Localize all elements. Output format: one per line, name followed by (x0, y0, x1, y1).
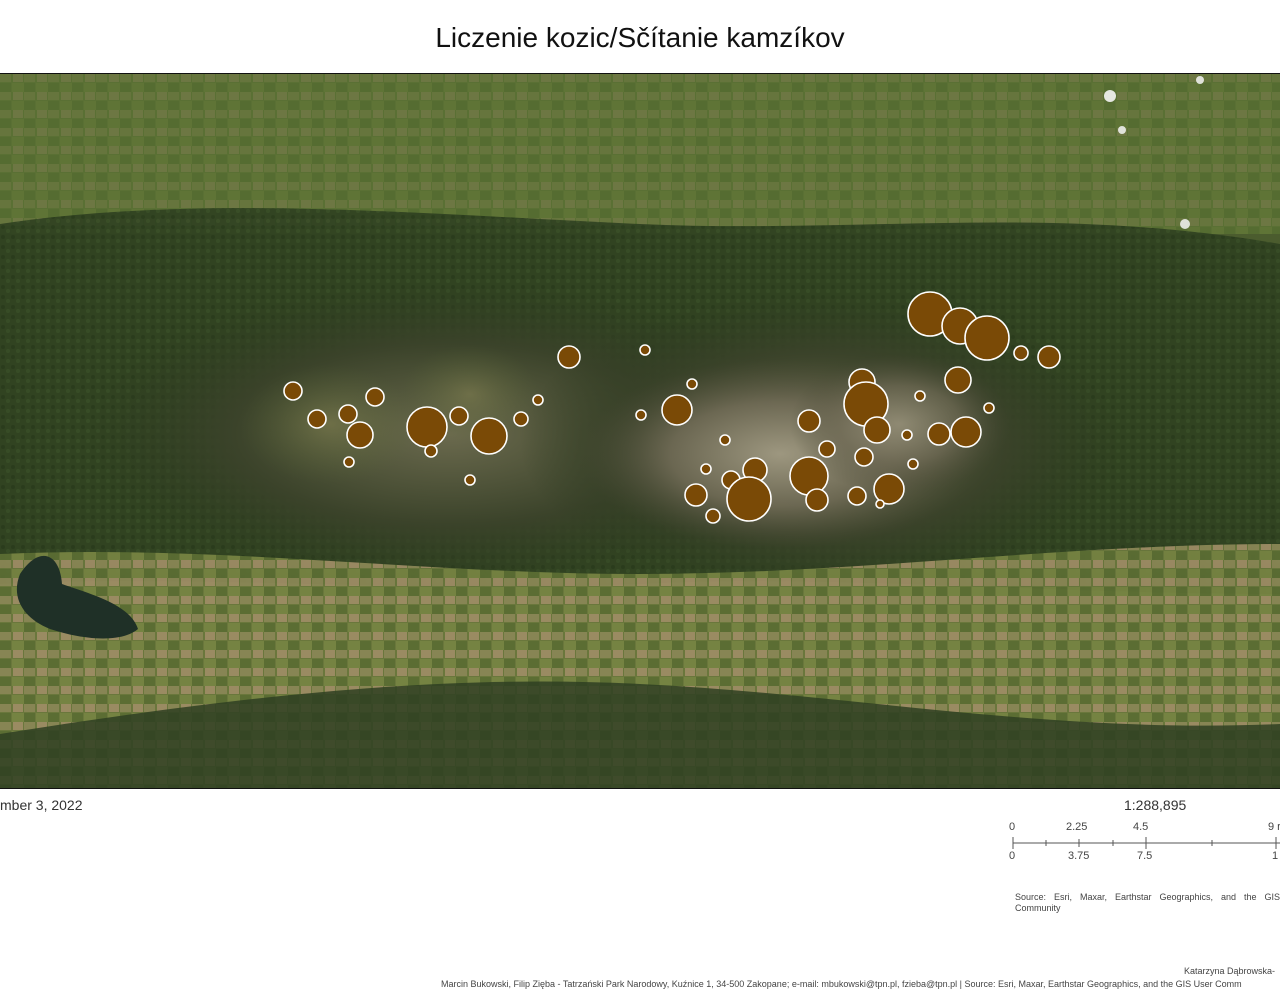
scale-top-label: 0 (1009, 821, 1016, 833)
count-circle-marker[interactable] (635, 409, 647, 421)
scale-ratio: 1:288,895 (1124, 797, 1187, 813)
count-circle-marker[interactable] (944, 366, 972, 394)
scale-top-label: 4.5 (1133, 821, 1149, 833)
count-circle-marker[interactable] (705, 508, 721, 524)
count-circle-marker[interactable] (726, 476, 772, 522)
map-view[interactable] (0, 73, 1280, 789)
count-circle-marker[interactable] (557, 345, 581, 369)
count-circle-marker[interactable] (914, 390, 926, 402)
print-date: mber 3, 2022 (0, 797, 83, 813)
credits-footer: Marcin Bukowski, Filip Zięba - Tatrzańsk… (441, 979, 1242, 989)
scale-bottom-label: 7.5 (1137, 850, 1153, 862)
scale-top-label: 2.25 (1066, 821, 1088, 833)
count-circle-marker[interactable] (789, 456, 829, 496)
count-circle-marker[interactable] (818, 440, 836, 458)
count-circle-marker[interactable] (797, 409, 821, 433)
count-circle-marker[interactable] (346, 421, 374, 449)
count-circle-marker[interactable] (338, 404, 358, 424)
count-circle-marker[interactable] (686, 378, 698, 390)
scale-bar: 0 2.25 4.5 9 r 0 3.75 7.5 1 (1004, 820, 1280, 870)
count-circle-marker[interactable] (661, 394, 693, 426)
count-circle-marker[interactable] (424, 444, 438, 458)
count-circle-marker[interactable] (927, 422, 951, 446)
count-circle-marker[interactable] (1013, 345, 1029, 361)
count-circle-marker[interactable] (854, 447, 874, 467)
count-circle-marker[interactable] (863, 416, 891, 444)
count-circle-marker[interactable] (513, 411, 529, 427)
scale-bottom-label: 0 (1009, 850, 1016, 862)
count-circle-marker[interactable] (950, 416, 982, 448)
count-circle-marker[interactable] (805, 488, 829, 512)
count-circle-marker[interactable] (719, 434, 731, 446)
scale-bottom-label: 3.75 (1068, 850, 1090, 862)
count-circle-marker[interactable] (449, 406, 469, 426)
count-circle-marker[interactable] (684, 483, 708, 507)
map-title: Liczenie kozic/Sčítanie kamzíkov (435, 22, 845, 53)
count-circle-marker[interactable] (343, 456, 355, 468)
author-credit: Katarzyna Dąbrowska- (1184, 966, 1276, 976)
count-circle-marker[interactable] (307, 409, 327, 429)
count-circle-marker[interactable] (875, 499, 885, 509)
count-circle-marker[interactable] (365, 387, 385, 407)
count-circle-marker[interactable] (639, 344, 651, 356)
count-circle-marker[interactable] (700, 463, 712, 475)
count-circle-marker[interactable] (901, 429, 913, 441)
count-circle-marker[interactable] (1037, 345, 1061, 369)
count-circle-marker[interactable] (464, 474, 476, 486)
count-circle-marker[interactable] (532, 394, 544, 406)
count-circle-marker[interactable] (964, 315, 1010, 361)
source-attribution: Source: Esri, Maxar, Earthstar Geographi… (1015, 892, 1280, 913)
count-circle-marker[interactable] (983, 402, 995, 414)
count-circle-marker[interactable] (283, 381, 303, 401)
satellite-basemap (0, 74, 1280, 788)
count-circle-marker[interactable] (406, 406, 448, 448)
count-circle-marker[interactable] (847, 486, 867, 506)
count-circle-marker[interactable] (470, 417, 508, 455)
count-circle-marker[interactable] (907, 458, 919, 470)
scale-top-label: 9 r (1268, 821, 1280, 833)
scale-bottom-label: 1 (1272, 850, 1279, 862)
